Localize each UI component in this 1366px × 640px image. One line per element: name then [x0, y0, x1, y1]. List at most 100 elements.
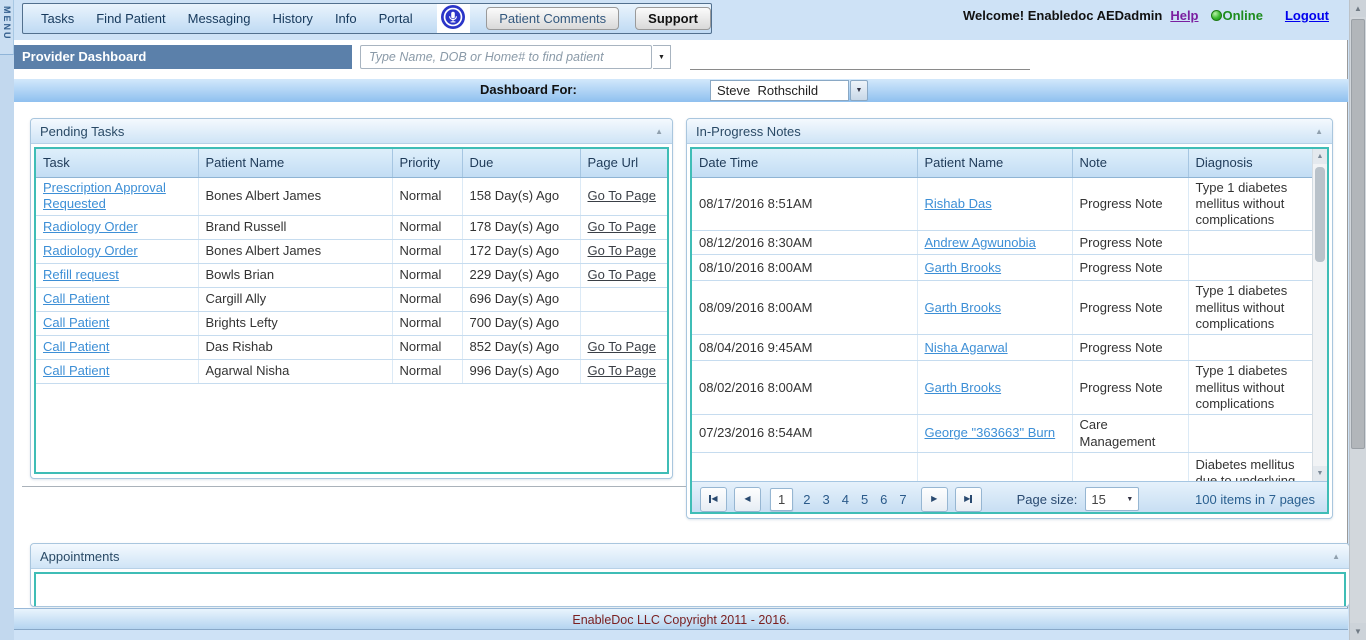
in-progress-notes-header[interactable]: In-Progress Notes ▲ [687, 119, 1332, 144]
collapse-arrow-icon[interactable]: ▲ [655, 127, 663, 136]
page-number-link[interactable]: 6 [880, 492, 887, 507]
go-to-page-link[interactable]: Go To Page [588, 219, 656, 234]
pager-prev-button[interactable]: ◀ [734, 487, 761, 512]
page-number-link[interactable]: 7 [899, 492, 906, 507]
patient-search-input[interactable] [360, 45, 652, 69]
scroll-down-icon[interactable]: ▼ [1313, 466, 1327, 481]
nav-item-messaging[interactable]: Messaging [188, 11, 251, 26]
column-header-date-time[interactable]: Date Time [692, 149, 917, 177]
patient-link[interactable]: George "363663" Burn [925, 425, 1056, 440]
dictation-button[interactable] [437, 4, 471, 33]
page-number-link[interactable]: 4 [842, 492, 849, 507]
task-link[interactable]: Refill request [43, 267, 119, 282]
collapse-arrow-icon[interactable]: ▲ [1332, 552, 1340, 561]
scrollbar-thumb[interactable] [1351, 19, 1365, 449]
priority-cell: Normal [392, 335, 462, 359]
task-link[interactable]: Prescription Approval Requested [43, 180, 166, 211]
due-cell: 172 Day(s) Ago [462, 239, 580, 263]
page-number-link[interactable]: 3 [822, 492, 829, 507]
page-size-select[interactable]: 15 ▼ [1085, 487, 1139, 511]
page-number-current[interactable]: 1 [770, 488, 793, 511]
pending-tasks-header[interactable]: Pending Tasks ▲ [31, 119, 672, 144]
logout-link[interactable]: Logout [1285, 8, 1329, 23]
patient-comments-button[interactable]: Patient Comments [486, 7, 619, 30]
menu-tab[interactable]: MENU [0, 0, 14, 55]
nav-item-history[interactable]: History [272, 11, 312, 26]
patient-name-cell: Agarwal Nisha [198, 359, 392, 383]
note-cell: Progress Note [1072, 335, 1188, 361]
scroll-down-icon[interactable]: ▼ [1350, 623, 1366, 640]
scroll-up-icon[interactable]: ▲ [1350, 0, 1366, 17]
nav-item-portal[interactable]: Portal [379, 11, 413, 26]
column-header-priority[interactable]: Priority [392, 149, 462, 177]
pager-next-button[interactable]: ▶ [921, 487, 948, 512]
table-row: 08/17/2016 8:51AM Rishab Das Progress No… [692, 177, 1314, 231]
page-number-link[interactable]: 5 [861, 492, 868, 507]
task-link[interactable]: Call Patient [43, 315, 109, 330]
go-to-page-link[interactable]: Go To Page [588, 243, 656, 258]
notes-scrollbar[interactable]: ▲ ▼ [1312, 149, 1327, 481]
go-to-page-link[interactable]: Go To Page [588, 188, 656, 203]
page-scrollbar[interactable]: ▲ ▼ [1349, 0, 1366, 640]
dashboard-for-label: Dashboard For: [480, 82, 577, 97]
diagnosis-cell [1188, 255, 1314, 281]
task-link[interactable]: Radiology Order [43, 219, 138, 234]
go-to-page-link[interactable]: Go To Page [588, 267, 656, 282]
pending-tasks-title: Pending Tasks [40, 124, 124, 139]
nav-item-find-patient[interactable]: Find Patient [96, 11, 165, 26]
note-cell: Progress Note [1072, 281, 1188, 335]
top-bar: Tasks Find Patient Messaging History Inf… [14, 0, 1349, 40]
task-link[interactable]: Radiology Order [43, 243, 138, 258]
pager-summary: 100 items in 7 pages [1195, 492, 1319, 507]
patient-link[interactable]: Garth Brooks [925, 300, 1002, 315]
diagnosis-cell [1188, 415, 1314, 453]
support-button[interactable]: Support [635, 7, 711, 30]
patient-name-cell: Bowls Brian [198, 263, 392, 287]
table-row: 08/09/2016 8:00AM Garth Brooks Progress … [692, 281, 1314, 335]
pager-first-button[interactable]: ◀ [700, 487, 727, 512]
task-link[interactable]: Call Patient [43, 363, 109, 378]
note-cell: Progress Note [1072, 231, 1188, 255]
patient-link[interactable]: Rishab Das [925, 196, 992, 211]
scroll-up-icon[interactable]: ▲ [1313, 149, 1327, 164]
chevron-down-icon: ▼ [658, 54, 665, 61]
column-header-task[interactable]: Task [36, 149, 198, 177]
column-header-page-url[interactable]: Page Url [580, 149, 669, 177]
scrollbar-thumb[interactable] [1315, 167, 1325, 262]
patient-search-dropdown-button[interactable]: ▼ [653, 45, 671, 69]
patient-link[interactable]: Andrew Agwunobia [925, 235, 1036, 250]
priority-cell: Normal [392, 177, 462, 215]
diagnosis-cell [1188, 335, 1314, 361]
column-header-diagnosis[interactable]: Diagnosis [1188, 149, 1314, 177]
note-cell [1072, 452, 1188, 481]
go-to-page-link[interactable]: Go To Page [588, 339, 656, 354]
provider-dropdown-button[interactable]: ▼ [850, 80, 868, 101]
patient-link[interactable]: Garth Brooks [925, 380, 1002, 395]
nav-item-tasks[interactable]: Tasks [41, 11, 74, 26]
column-header-patient-name[interactable]: Patient Name [198, 149, 392, 177]
chevron-down-icon: ▼ [856, 87, 863, 94]
nav-item-info[interactable]: Info [335, 11, 357, 26]
column-header-patient-name[interactable]: Patient Name [917, 149, 1072, 177]
appointments-header[interactable]: Appointments ▲ [31, 544, 1349, 569]
go-to-page-link[interactable]: Go To Page [588, 363, 656, 378]
due-cell: 996 Day(s) Ago [462, 359, 580, 383]
table-row: 08/04/2016 9:45AM Nisha Agarwal Progress… [692, 335, 1314, 361]
pager-next-icon: ▶ [931, 495, 937, 503]
patient-link[interactable]: Garth Brooks [925, 260, 1002, 275]
main-nav: Tasks Find Patient Messaging History Inf… [22, 3, 712, 34]
provider-combo-input[interactable] [710, 80, 849, 101]
collapse-arrow-icon[interactable]: ▲ [1315, 127, 1323, 136]
help-link[interactable]: Help [1170, 8, 1198, 23]
table-row: Prescription Approval Requested Bones Al… [36, 177, 669, 215]
task-link[interactable]: Call Patient [43, 291, 109, 306]
column-header-note[interactable]: Note [1072, 149, 1188, 177]
notes-pagination: ◀ ◀ 1 2 3 4 5 6 7 ▶ ▶ [692, 481, 1327, 514]
column-header-due[interactable]: Due [462, 149, 580, 177]
date-time-cell: 07/23/2016 8:54AM [692, 415, 917, 453]
pager-last-button[interactable]: ▶ [955, 487, 982, 512]
table-row: Radiology Order Brand Russell Normal 178… [36, 215, 669, 239]
task-link[interactable]: Call Patient [43, 339, 109, 354]
page-number-link[interactable]: 2 [803, 492, 810, 507]
patient-link[interactable]: Nisha Agarwal [925, 340, 1008, 355]
